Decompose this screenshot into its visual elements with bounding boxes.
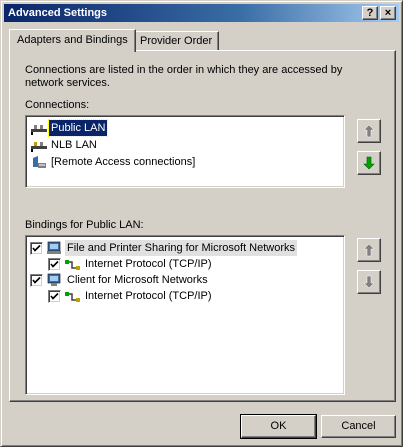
close-icon: × [384, 7, 392, 19]
tab-adapters-and-bindings[interactable]: Adapters and Bindings [9, 29, 136, 52]
tab-panel: Connections are listed in the order in w… [9, 50, 396, 402]
check-icon [50, 260, 59, 268]
ok-button[interactable]: OK [240, 414, 317, 439]
check-icon [32, 276, 41, 284]
move-connection-down-button[interactable] [357, 151, 381, 175]
network-adapter-icon [31, 142, 47, 152]
arrow-down-icon [363, 156, 375, 170]
tab-label: Provider Order [140, 35, 213, 47]
ok-label: OK [270, 420, 287, 432]
bindings-label: Bindings for Public LAN: [25, 219, 144, 231]
tab-provider-order[interactable]: Provider Order [133, 31, 220, 51]
title-bar[interactable]: Advanced Settings ? × [4, 4, 399, 22]
binding-label: Internet Protocol (TCP/IP) [85, 290, 212, 302]
check-icon [32, 244, 41, 252]
move-connection-up-button[interactable] [357, 119, 381, 143]
advanced-settings-window: Advanced Settings ? × Adapters and Bindi… [0, 0, 403, 447]
close-button[interactable]: × [380, 6, 396, 20]
help-icon: ? [366, 7, 374, 19]
connection-label: NLB LAN [51, 139, 97, 151]
binding-label: File and Printer Sharing for Microsoft N… [65, 240, 298, 256]
protocol-icon [65, 292, 80, 302]
window-title: Advanced Settings [8, 7, 108, 19]
move-binding-up-button[interactable] [357, 238, 381, 262]
binding-label: Internet Protocol (TCP/IP) [85, 258, 212, 270]
binding-checkbox[interactable] [30, 242, 43, 255]
connection-label: [Remote Access connections] [51, 156, 196, 168]
connection-label: Public LAN [47, 119, 109, 137]
connections-label: Connections: [25, 99, 90, 111]
arrow-down-icon [363, 275, 375, 289]
connections-description: Connections are listed in the order in w… [25, 64, 343, 89]
arrow-up-icon [363, 243, 375, 257]
remote-access-icon [33, 156, 46, 168]
binding-label: Client for Microsoft Networks [67, 274, 208, 286]
bindings-list[interactable]: File and Printer Sharing for Microsoft N… [25, 235, 345, 395]
move-binding-down-button[interactable] [357, 270, 381, 294]
tab-label: Adapters and Bindings [17, 34, 128, 46]
network-adapter-icon [31, 125, 47, 135]
protocol-icon [65, 260, 80, 270]
client-icon [47, 273, 61, 286]
arrow-up-icon [363, 124, 375, 138]
check-icon [50, 292, 59, 300]
binding-checkbox[interactable] [48, 290, 61, 303]
binding-checkbox[interactable] [48, 258, 61, 271]
cancel-button[interactable]: Cancel [321, 415, 396, 438]
binding-checkbox[interactable] [30, 274, 43, 287]
file-printer-sharing-icon [47, 241, 61, 254]
help-button[interactable]: ? [362, 6, 378, 20]
cancel-label: Cancel [341, 420, 376, 432]
connections-list[interactable]: Public LAN NLB LAN [Remote Access connec… [25, 115, 345, 188]
